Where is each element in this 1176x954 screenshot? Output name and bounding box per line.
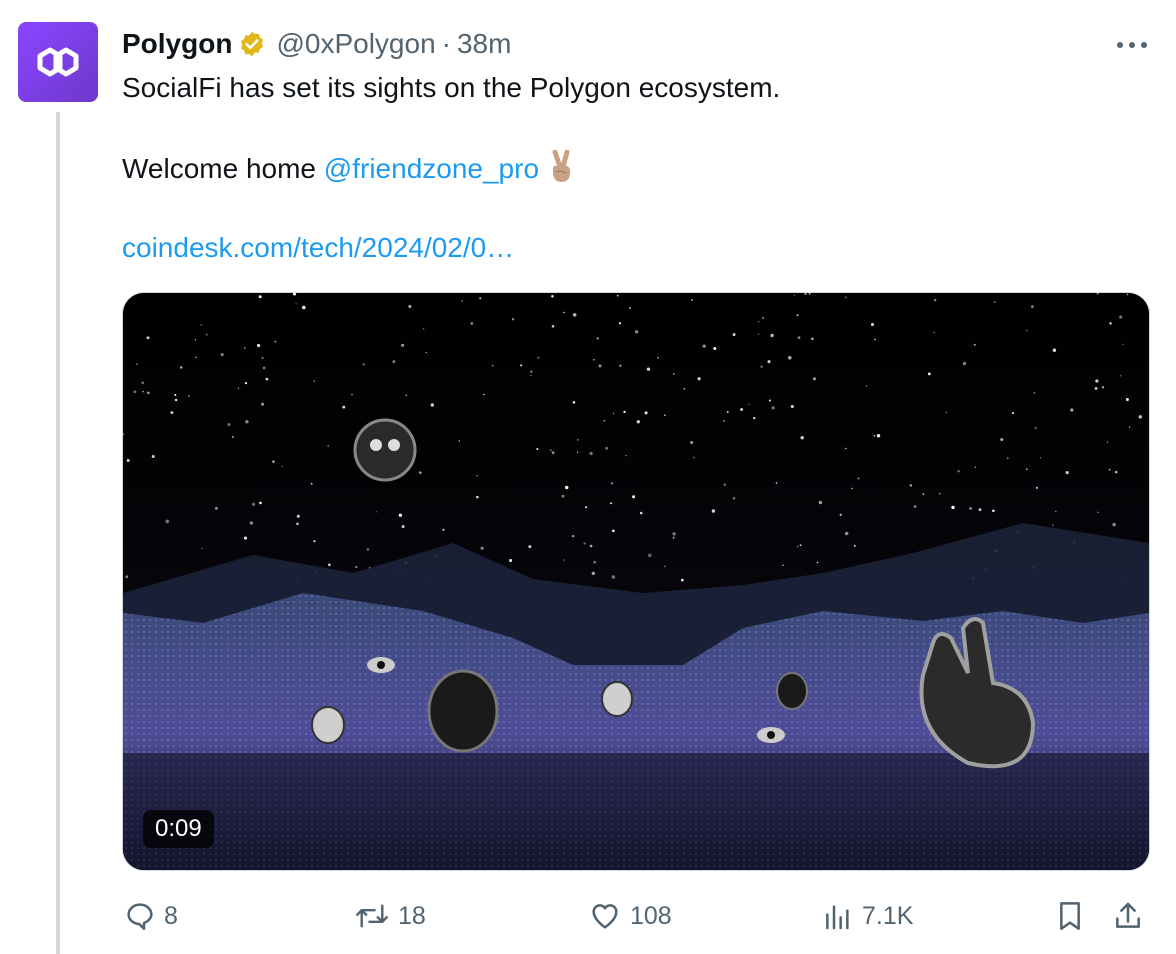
reply-button[interactable]: 8 — [124, 896, 178, 936]
repost-count: 18 — [398, 901, 426, 930]
tweet-header: Polygon @0xPolygon · 38m — [122, 26, 511, 62]
thread-line — [56, 112, 60, 954]
welcome-text: Welcome home — [122, 153, 324, 184]
views-button[interactable]: 7.1K — [822, 896, 913, 936]
reply-bubble-icon — [127, 903, 153, 930]
tweet-text-line-1: SocialFi has set its sights on the Polyg… — [122, 72, 781, 103]
bookmark-icon — [1060, 902, 1080, 930]
polygon-logo-icon — [37, 47, 79, 77]
author-handle[interactable]: @0xPolygon — [276, 28, 435, 60]
verified-badge-icon[interactable] — [238, 30, 266, 58]
share-icon — [1116, 902, 1140, 928]
more-dots-icon — [1117, 42, 1147, 48]
victory-hand-emoji — [547, 149, 575, 193]
video-thumbnail — [123, 293, 1149, 870]
header-separator: · — [441, 28, 451, 59]
mention-link[interactable]: @friendzone_pro — [324, 153, 539, 184]
heart-icon — [592, 904, 618, 929]
tweet-timestamp[interactable]: 38m — [457, 28, 511, 60]
video-duration: 0:09 — [143, 810, 214, 848]
more-options-button[interactable] — [1112, 30, 1152, 60]
repost-button[interactable]: 18 — [354, 896, 426, 936]
repost-icon — [355, 904, 389, 928]
tweet-text-line-2: Welcome home @friendzone_pro — [122, 149, 1152, 193]
video-player[interactable]: 0:09 — [122, 292, 1150, 871]
author-display-name[interactable]: Polygon — [122, 28, 232, 60]
tweet-actions-bar: 8 18 108 7.1K — [0, 896, 1176, 936]
share-button[interactable] — [1112, 896, 1144, 936]
reply-count: 8 — [164, 901, 178, 930]
bookmark-button[interactable] — [1054, 896, 1086, 936]
polygon-avatar[interactable] — [18, 22, 98, 102]
analytics-bars-icon — [826, 905, 849, 930]
article-link[interactable]: coindesk.com/tech/2024/02/0… — [122, 230, 1152, 266]
like-count: 108 — [630, 901, 672, 930]
like-button[interactable]: 108 — [588, 896, 672, 936]
views-count: 7.1K — [862, 901, 914, 930]
